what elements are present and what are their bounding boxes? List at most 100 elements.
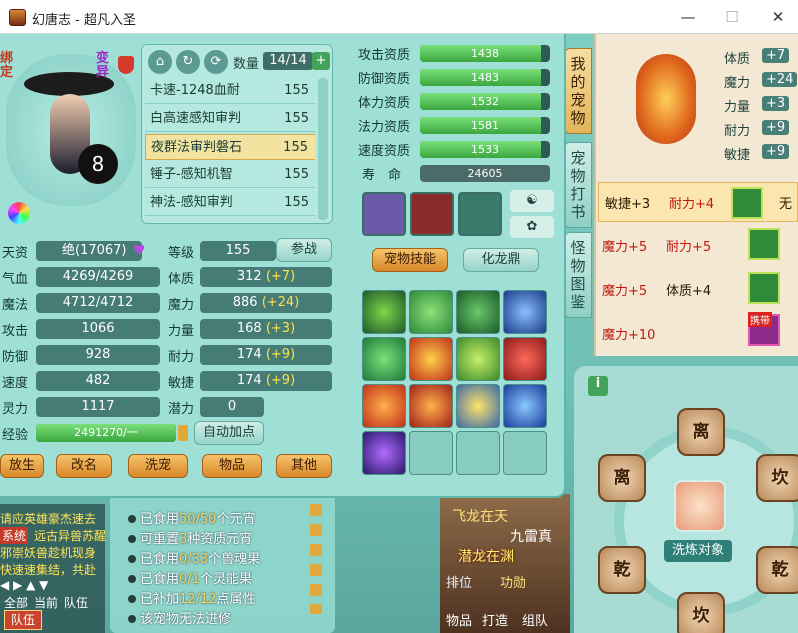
skill-icon[interactable] — [456, 290, 500, 334]
skill-icon[interactable] — [503, 290, 547, 334]
close-button[interactable]: ✕ — [760, 4, 796, 30]
paw-icon[interactable]: ✿ — [510, 216, 554, 238]
bagua-right[interactable]: 坎 — [756, 454, 798, 502]
skill-icon[interactable] — [456, 337, 500, 381]
skill-icon[interactable] — [456, 384, 500, 428]
skill-slot-empty[interactable] — [409, 431, 453, 475]
skill-icon[interactable] — [362, 384, 406, 428]
pet-list-item[interactable]: 神法-感知审判 155 — [145, 190, 315, 216]
atk-value: 1066 — [36, 319, 160, 339]
info-icon[interactable]: i — [588, 376, 608, 396]
pet-portrait: 8 — [6, 54, 136, 206]
row-attr-c: 无 — [779, 197, 793, 212]
minjie-label: 敏捷 — [168, 376, 195, 391]
auto-allocate-button[interactable]: 自动加点 — [194, 421, 264, 445]
skill-icon[interactable] — [409, 337, 453, 381]
naili-field[interactable]: 174 (+9) — [200, 345, 332, 365]
aptitude-bar: 1533 — [420, 141, 550, 158]
bg-text: 飞龙在天 — [452, 509, 508, 525]
tab-pet-skill[interactable]: 宠物技能 — [372, 248, 448, 272]
rename-button[interactable]: 改名 — [56, 454, 112, 478]
home-icon[interactable]: ⌂ — [148, 50, 172, 74]
background-scene: 飞龙在天 潜龙在渊 九雷真 排位 功勋 打造 组队 物品 — [440, 494, 570, 633]
chat-tab-current[interactable]: 当前 — [34, 594, 58, 611]
game-viewport: 飞龙在天 潜龙在渊 九雷真 排位 功勋 打造 组队 物品 请应英雄豪杰速去 系统… — [0, 34, 798, 633]
life-label: 寿 命 — [362, 168, 402, 183]
row-attr-a: 魔力+5 — [602, 240, 648, 255]
bagua-bottom-left[interactable]: 乾 — [598, 546, 646, 594]
aptitude-label: 速度资质 — [358, 144, 411, 159]
row-attr-b: 体质+4 — [666, 284, 712, 299]
add-icon[interactable]: + — [312, 52, 330, 70]
info-icon[interactable] — [178, 425, 188, 441]
chat-arrows[interactable]: ◀ ▶ ▲ ▼ — [0, 578, 48, 592]
pet-list-item[interactable]: 白高速感知审判 155 — [145, 106, 315, 132]
liliang-field[interactable]: 168 (+3) — [200, 319, 332, 339]
pet-avatar[interactable] — [674, 480, 726, 532]
release-button[interactable]: 放生 — [0, 454, 44, 478]
equip-slot-2[interactable] — [410, 192, 454, 236]
maximize-button[interactable]: ☐ — [714, 4, 750, 30]
skill-icon[interactable] — [503, 384, 547, 428]
skill-icon[interactable] — [409, 290, 453, 334]
items-button[interactable]: 物品 — [202, 454, 262, 478]
pet-list-item[interactable]: 卡速-1248血耐 155 — [145, 78, 315, 104]
team-button[interactable]: 队伍 — [4, 610, 42, 630]
refresh-icon[interactable]: ↻ — [176, 50, 200, 74]
wash-pet-button[interactable]: 洗宠 — [128, 454, 188, 478]
menu-items[interactable]: 物品 — [446, 610, 472, 629]
tab-monster-guide[interactable]: 怪物图鉴 — [564, 232, 592, 318]
skill-slot-empty[interactable] — [503, 431, 547, 475]
minimize-button[interactable]: — — [670, 4, 706, 30]
pet-list-scrollbar[interactable] — [318, 78, 328, 220]
chat-tab-team[interactable]: 队伍 — [64, 594, 88, 611]
pet-list-item-selected[interactable]: 夜群法审判磐石 155 — [145, 134, 315, 160]
equip-icon[interactable] — [748, 228, 780, 260]
equip-icon[interactable] — [748, 272, 780, 304]
bonus-value: +9 — [762, 120, 790, 135]
qianli-label: 潜力 — [168, 402, 195, 417]
spd-value: 482 — [36, 371, 160, 391]
fight-button[interactable]: 参战 — [276, 238, 332, 262]
other-button[interactable]: 其他 — [276, 454, 332, 478]
skill-icon[interactable] — [362, 290, 406, 334]
tab-pet-book[interactable]: 宠物打书 — [564, 142, 592, 228]
tab-my-pet[interactable]: 我的宠物 — [564, 48, 592, 134]
bagua-left[interactable]: 离 — [598, 454, 646, 502]
equip-icon — [731, 187, 763, 219]
shield-icon — [118, 56, 134, 74]
info-icons[interactable] — [310, 504, 322, 614]
minjie-field[interactable]: 174 (+9) — [200, 371, 332, 391]
menu-team[interactable]: 组队 — [522, 610, 548, 629]
skill-icon[interactable] — [503, 337, 547, 381]
equip-slot-1[interactable] — [362, 192, 406, 236]
moli-field[interactable]: 886 (+24) — [200, 293, 332, 313]
moli-label: 魔力 — [168, 298, 195, 313]
tianzi-value: 绝(17067) — [36, 241, 142, 261]
color-wheel-icon[interactable] — [8, 202, 30, 224]
skill-icon[interactable] — [409, 384, 453, 428]
bagua-bottom-right[interactable]: 乾 — [756, 546, 798, 594]
pet-emblem-icon — [636, 54, 696, 144]
equip-slot-3[interactable] — [458, 192, 502, 236]
skill-icon[interactable] — [362, 337, 406, 381]
mutant-badge: 变异 — [96, 51, 110, 80]
bagua-top[interactable]: 离 — [677, 408, 725, 456]
tab-dragon-cauldron[interactable]: 化龙鼎 — [463, 248, 539, 272]
aptitude-label: 法力资质 — [358, 120, 411, 135]
yin-yang-icon[interactable]: ☯ — [510, 190, 554, 212]
pet-list-item[interactable]: 锤子-感知机智 155 — [145, 162, 315, 188]
cycle-icon[interactable]: ⟳ — [204, 50, 228, 74]
skill-icon[interactable] — [362, 431, 406, 475]
title-bar: 幻唐志 - 超凡入圣 — ☐ ✕ — [0, 0, 798, 34]
chat-tab-all[interactable]: 全部 — [4, 594, 28, 611]
equip-row-selected[interactable]: 敏捷+3 耐力+4 无 — [598, 182, 798, 222]
refine-target-button[interactable]: 洗炼对象 — [664, 540, 732, 562]
row-attr-a: 魔力+5 — [602, 284, 648, 299]
tizhi-field[interactable]: 312 (+7) — [200, 267, 332, 287]
menu-forge[interactable]: 打造 — [482, 610, 508, 629]
aptitude-bar: 1532 — [420, 93, 550, 110]
skill-slot-empty[interactable] — [456, 431, 500, 475]
exp-label: 经验 — [2, 428, 29, 443]
bagua-bottom[interactable]: 坎 — [677, 592, 725, 633]
